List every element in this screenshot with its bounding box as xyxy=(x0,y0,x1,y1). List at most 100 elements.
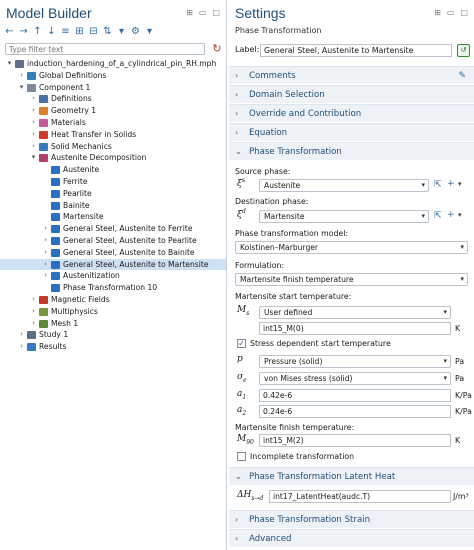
expand-arrow-icon[interactable]: › xyxy=(42,247,49,259)
section-phase-transformation[interactable]: ⌄ Phase Transformation xyxy=(229,142,474,160)
expand-arrow-icon[interactable]: › xyxy=(42,259,49,271)
expand-arrow-icon[interactable]: › xyxy=(30,93,37,105)
filter-icon[interactable]: ▾ xyxy=(116,26,127,37)
ms-select[interactable]: User defined ▾ xyxy=(259,306,451,319)
incomplete-transformation-checkbox[interactable] xyxy=(237,452,246,461)
reset-label-icon[interactable]: ↺ xyxy=(457,44,470,57)
tree-node[interactable]: Austenite xyxy=(0,164,226,176)
formulation-select[interactable]: Martensite finish temperature ▾ xyxy=(235,273,468,286)
expand-arrow-icon[interactable]: › xyxy=(42,270,49,282)
m90-field[interactable]: int15_M(2) xyxy=(259,434,451,447)
collapse-arrow-icon[interactable]: ▾ xyxy=(18,82,25,94)
section-strain[interactable]: › Phase Transformation Strain xyxy=(229,510,474,528)
tree-node[interactable]: › Solid Mechanics xyxy=(0,141,226,153)
tree-node[interactable]: ▾ Component 1 xyxy=(0,82,226,94)
expand-arrow-icon[interactable]: › xyxy=(30,306,37,318)
add-icon[interactable]: + xyxy=(447,210,455,220)
tree-node[interactable]: › Multiphysics xyxy=(0,306,226,318)
edit-pencil-icon[interactable]: ✎ xyxy=(458,67,466,85)
label-input[interactable]: General Steel, Austenite to Martensite xyxy=(260,44,452,57)
tree-node[interactable]: › Heat Transfer in Solids xyxy=(0,129,226,141)
tree-node[interactable]: › Results xyxy=(0,341,226,353)
expand-arrow-icon[interactable]: › xyxy=(30,141,37,153)
a1-field[interactable]: 0.42e-6 xyxy=(259,389,451,402)
expand-arrow-icon[interactable]: › xyxy=(30,105,37,117)
chevron-down-icon[interactable]: ▾ xyxy=(458,180,462,188)
tree-node[interactable]: › Study 1 xyxy=(0,329,226,341)
stress-dependent-checkbox[interactable]: ✓ xyxy=(237,339,246,348)
go-to-source-icon[interactable]: ⇱ xyxy=(434,211,442,221)
expand-arrow-icon[interactable]: › xyxy=(30,129,37,141)
sigma-select[interactable]: von Mises stress (solid) ▾ xyxy=(259,372,451,385)
tree-node-label: Martensite xyxy=(63,212,104,222)
tree-filter-input[interactable] xyxy=(6,44,204,54)
sort-icon[interactable]: ⇅ xyxy=(102,26,113,37)
section-comments[interactable]: › Comments ✎ xyxy=(229,66,474,84)
collapse-all-icon[interactable]: ⊟ xyxy=(88,26,99,37)
pin-icon[interactable]: ⊞ xyxy=(434,8,441,17)
section-latent-heat[interactable]: ⌄ Phase Transformation Latent Heat xyxy=(229,467,474,485)
back-arrow-icon[interactable]: ← xyxy=(4,26,15,37)
chevron-down-icon[interactable]: ▾ xyxy=(458,211,462,219)
minimize-icon[interactable]: ▭ xyxy=(447,8,455,17)
tree-node[interactable]: Martensite xyxy=(0,211,226,223)
collapse-arrow-icon[interactable]: ▾ xyxy=(6,58,13,70)
expand-arrow-icon[interactable]: › xyxy=(42,223,49,235)
tree-filter-field[interactable] xyxy=(5,43,205,55)
tree-node[interactable]: ▾ induction_hardening_of_a_cylindrical_pi… xyxy=(0,58,226,70)
options-icon[interactable]: ⚙ xyxy=(130,26,141,37)
tree-node[interactable]: › Global Definitions xyxy=(0,70,226,82)
pressure-select[interactable]: Pressure (solid) ▾ xyxy=(259,355,451,368)
dropdown-icon[interactable]: ▾ xyxy=(144,26,155,37)
tree-node[interactable]: ▾ Austenite Decomposition xyxy=(0,152,226,164)
expand-arrow-icon[interactable]: › xyxy=(30,117,37,129)
p-unit: Pa xyxy=(455,357,465,366)
forward-arrow-icon[interactable]: → xyxy=(18,26,29,37)
model-select[interactable]: Koistinen–Marburger ▾ xyxy=(235,241,468,254)
pin-icon[interactable]: ⊞ xyxy=(186,8,193,17)
latent-heat-field[interactable]: int17_LatentHeat(audc.T) xyxy=(269,490,451,503)
expand-arrow-icon[interactable]: › xyxy=(18,341,25,353)
section-advanced[interactable]: › Advanced xyxy=(229,529,474,547)
tree-node[interactable]: Phase Transformation 10 xyxy=(0,282,226,294)
expand-arrow-icon[interactable]: › xyxy=(30,318,37,330)
expand-arrow-icon[interactable]: › xyxy=(30,294,37,306)
section-domain-selection[interactable]: › Domain Selection xyxy=(229,85,474,103)
move-down-icon[interactable]: ↓ xyxy=(46,26,57,37)
tree-node[interactable]: › General Steel, Austenite to Martensite xyxy=(0,258,226,271)
phase-icon xyxy=(51,213,60,222)
a2-field[interactable]: 0.24e-6 xyxy=(259,405,451,418)
tree-node[interactable]: › General Steel, Austenite to Ferrite xyxy=(0,223,226,235)
tree-node[interactable]: Ferrite xyxy=(0,176,226,188)
move-up-icon[interactable]: ↑ xyxy=(32,26,43,37)
tree-node[interactable]: › Materials xyxy=(0,117,226,129)
close-icon[interactable]: □ xyxy=(212,8,220,17)
tree-node[interactable]: › Magnetic Fields xyxy=(0,294,226,306)
go-to-source-icon[interactable]: ⇱ xyxy=(434,180,442,190)
close-icon[interactable]: □ xyxy=(460,8,468,17)
expand-arrow-icon[interactable]: › xyxy=(18,329,25,341)
tree-node[interactable]: › General Steel, Austenite to Bainite xyxy=(0,247,226,259)
tree-node[interactable]: › General Steel, Austenite to Pearlite xyxy=(0,235,226,247)
section-override[interactable]: › Override and Contribution xyxy=(229,104,474,122)
tree-node[interactable]: Pearlite xyxy=(0,188,226,200)
refresh-icon[interactable]: ↻ xyxy=(211,43,223,55)
collapse-arrow-icon[interactable]: ▾ xyxy=(30,152,37,164)
expand-arrow-icon[interactable]: › xyxy=(42,235,49,247)
destination-phase-select[interactable]: Martensite ▾ xyxy=(259,210,429,223)
results-icon xyxy=(27,343,36,352)
minimize-icon[interactable]: ▭ xyxy=(199,8,207,17)
tree-node[interactable]: › Austenitization xyxy=(0,270,226,282)
tree-node[interactable]: › Mesh 1 xyxy=(0,318,226,330)
section-equation[interactable]: › Equation xyxy=(229,123,474,141)
expand-arrow-icon[interactable]: › xyxy=(18,70,25,82)
tree-node[interactable]: › Geometry 1 xyxy=(0,105,226,117)
phase-icon xyxy=(51,201,60,210)
source-phase-select[interactable]: Austenite ▾ xyxy=(259,179,429,192)
add-icon[interactable]: + xyxy=(447,179,455,189)
tree-node[interactable]: Bainite xyxy=(0,200,226,212)
ms-value-field[interactable]: int15_M(0) xyxy=(259,322,451,335)
tree-node[interactable]: › Definitions xyxy=(0,93,226,105)
expand-all-icon[interactable]: ⊞ xyxy=(74,26,85,37)
show-more-icon[interactable]: ≡ xyxy=(60,26,71,37)
